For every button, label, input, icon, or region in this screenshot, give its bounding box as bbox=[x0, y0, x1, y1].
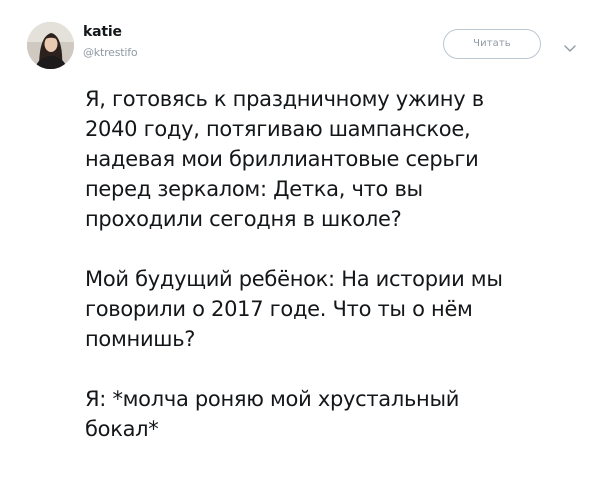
tweet-line: говорили о 2017 годе. Что ты о нём bbox=[85, 297, 473, 321]
tweet-paragraph: Я, готовясь к праздничному ужину в 2040 … bbox=[85, 84, 595, 234]
author-display-name[interactable]: katie bbox=[83, 24, 137, 41]
tweet-line: бокал* bbox=[85, 417, 159, 441]
tweet-line: надевая мои бриллиантовые серьги bbox=[85, 147, 479, 171]
author-handle[interactable]: @ktrestifo bbox=[83, 46, 138, 60]
tweet-line: 2040 году, потягиваю шампанское, bbox=[85, 117, 471, 141]
tweet-line: помнишь? bbox=[85, 327, 196, 351]
tweet-line: Я, готовясь к праздничному ужину в bbox=[85, 87, 484, 111]
tweet-author[interactable]: katie @ktrestifo bbox=[83, 24, 138, 60]
tweet-paragraph: Я: *молча роняю мой хрустальный бокал* bbox=[85, 384, 595, 444]
tweet-paragraph: Мой будущий ребёнок: На истории мы говор… bbox=[85, 264, 595, 354]
follow-button[interactable]: Читать bbox=[443, 29, 541, 59]
tweet-line: проходили сегодня в школе? bbox=[85, 207, 402, 231]
tweet-card: katie @ktrestifo Читать Я, готовясь к пр… bbox=[0, 0, 600, 486]
tweet-text: Я, готовясь к праздничному ужину в 2040 … bbox=[85, 84, 595, 444]
tweet-line: Мой будущий ребёнок: На истории мы bbox=[85, 267, 503, 291]
avatar[interactable] bbox=[27, 22, 74, 69]
chevron-down-icon[interactable] bbox=[563, 38, 577, 52]
tweet-line: перед зеркалом: Детка, что вы bbox=[85, 177, 423, 201]
avatar-image bbox=[27, 22, 74, 69]
tweet-line: Я: *молча роняю мой хрустальный bbox=[85, 387, 460, 411]
